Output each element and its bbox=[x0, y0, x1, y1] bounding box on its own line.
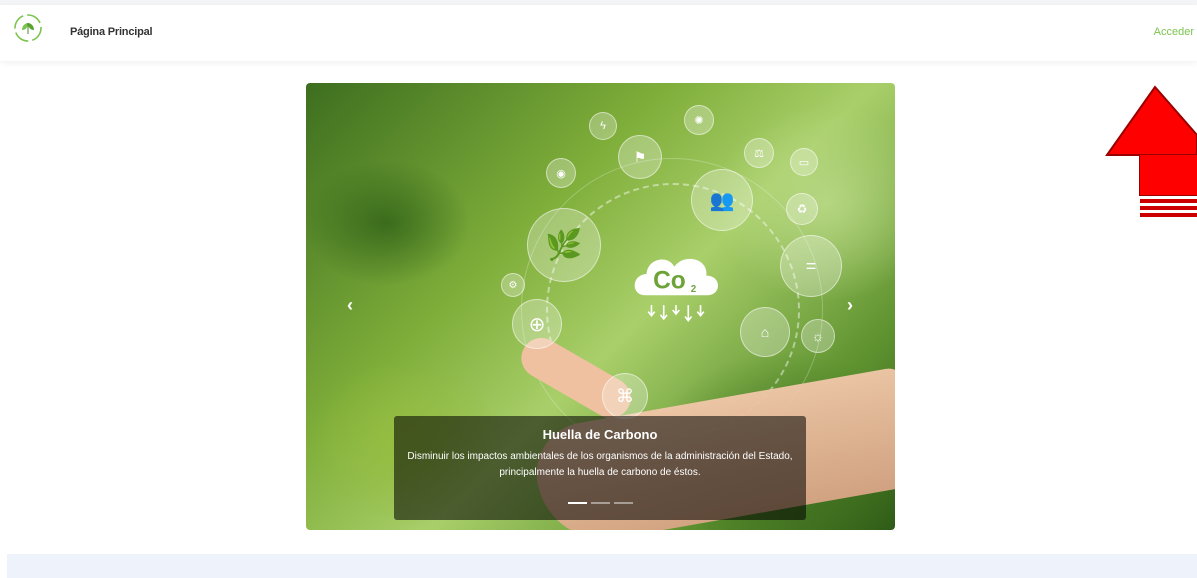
energy-icon: ϟ bbox=[589, 112, 617, 140]
chevron-left-icon[interactable]: ‹ bbox=[342, 296, 358, 314]
slide-caption: Huella de Carbono Disminuir los impactos… bbox=[394, 416, 806, 520]
navbar: Página Principal Acceder bbox=[0, 5, 1197, 61]
carousel-indicators bbox=[394, 502, 806, 504]
chevron-right-icon[interactable]: › bbox=[842, 296, 858, 314]
leaf-hand-icon: 🌿 bbox=[527, 208, 601, 282]
truck-icon: ▭ bbox=[790, 148, 818, 176]
factory-icon: ⌂ bbox=[740, 307, 790, 357]
leaf-cycle-icon[interactable] bbox=[11, 11, 45, 45]
footer-band bbox=[7, 554, 1197, 578]
atom-icon: ✺ bbox=[684, 105, 714, 135]
institution-icon: ⌘ bbox=[602, 373, 648, 419]
slide-title: Huella de Carbono bbox=[542, 427, 658, 442]
login-link[interactable]: Acceder bbox=[1154, 26, 1194, 38]
slide-description: Disminuir los impactos ambientales de lo… bbox=[407, 451, 793, 478]
recycle-icon: ♻ bbox=[786, 193, 818, 225]
seed-icon: ◉ bbox=[546, 158, 576, 188]
co2-cloud-icon: Co 2 bbox=[634, 258, 719, 322]
balance-icon: ⚖ bbox=[744, 138, 774, 168]
sun-icon: ☼ bbox=[801, 319, 835, 353]
equality-icon: = bbox=[780, 235, 842, 297]
people-icon: 👥 bbox=[691, 169, 753, 231]
indicator-1[interactable] bbox=[567, 502, 587, 504]
globe-icon: ⊕ bbox=[512, 299, 562, 349]
co2-subscript: 2 bbox=[691, 284, 697, 295]
page-title[interactable]: Página Principal bbox=[70, 26, 153, 38]
wind-turbine-icon: ⚑ bbox=[618, 135, 662, 179]
indicator-2[interactable] bbox=[590, 502, 610, 504]
hero-carousel: 🌿 ⚑ 👥 = ⌂ ⊕ ⌘ ◉ ϟ ✺ ⚖ ▭ ♻ ⚙ ☼ Co 2 ‹ › H… bbox=[306, 83, 895, 530]
red-up-arrow-icon bbox=[1105, 85, 1197, 217]
indicator-3[interactable] bbox=[613, 502, 633, 504]
co2-label: Co bbox=[653, 268, 686, 295]
gears-icon: ⚙ bbox=[501, 273, 525, 297]
